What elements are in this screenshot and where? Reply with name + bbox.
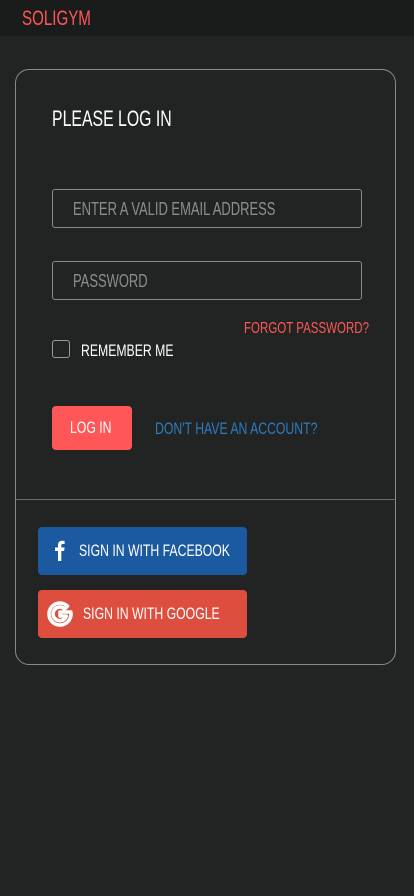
google-signin-label: SIGN IN WITH GOOGLE [83, 604, 220, 623]
top-bar: SOLIGYM [0, 0, 414, 36]
facebook-icon [55, 540, 65, 561]
google-signin-button[interactable]: SIGN IN WITH GOOGLE [38, 590, 247, 638]
signup-link[interactable]: DON'T HAVE AN ACCOUNT? [155, 419, 317, 439]
brand-logo[interactable]: SOLIGYM [22, 7, 91, 31]
remember-me-checkbox[interactable] [52, 340, 70, 358]
facebook-signin-button[interactable]: SIGN IN WITH FACEBOOK [38, 527, 247, 575]
login-button-label: LOG IN [70, 418, 112, 437]
email-field[interactable]: ENTER A VALID EMAIL ADDRESS [52, 189, 362, 228]
login-card [15, 69, 396, 665]
email-placeholder: ENTER A VALID EMAIL ADDRESS [73, 199, 276, 219]
google-icon [47, 601, 73, 627]
facebook-signin-label: SIGN IN WITH FACEBOOK [79, 541, 230, 560]
divider [16, 499, 395, 500]
page-title: PLEASE LOG IN [52, 106, 172, 131]
login-button[interactable]: LOG IN [52, 406, 132, 450]
password-placeholder: PASSWORD [73, 271, 148, 291]
forgot-password-link[interactable]: FORGOT PASSWORD? [244, 320, 369, 338]
remember-me-label[interactable]: REMEMBER ME [81, 341, 173, 361]
password-field[interactable]: PASSWORD [52, 261, 362, 300]
